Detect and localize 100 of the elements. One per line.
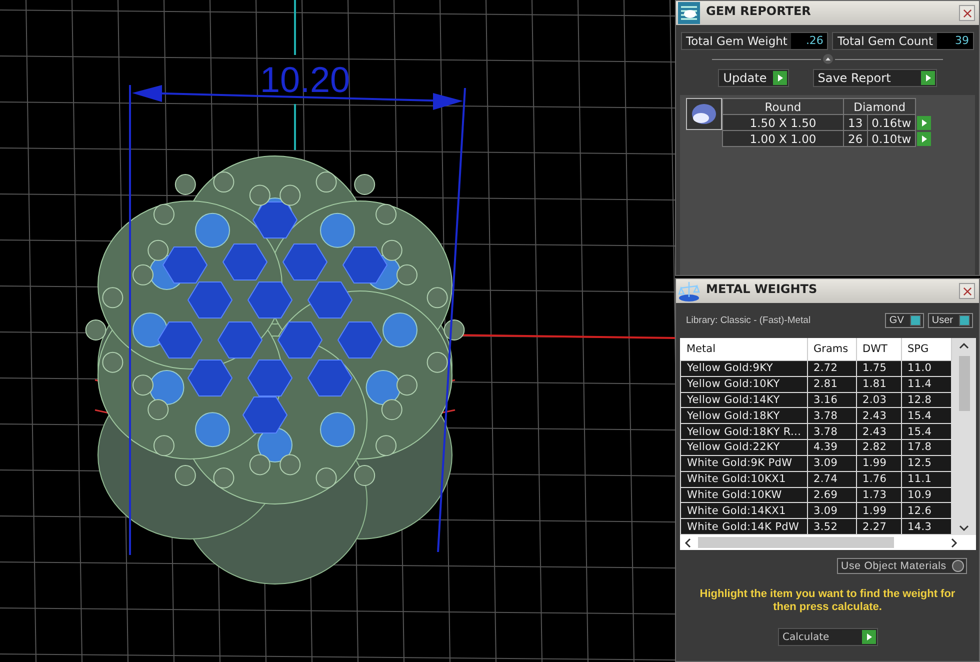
table-cell: 1.50 X 1.50 <box>722 114 844 130</box>
table-cell: White Gold:9K PdW <box>680 455 807 472</box>
play-icon <box>920 71 935 85</box>
axis-line <box>294 104 296 150</box>
table-row[interactable]: Yellow Gold:14KY 3.16 2.03 12.8 <box>680 392 952 408</box>
column-header: Round <box>722 98 844 114</box>
panel-title: METAL WEIGHTS <box>706 281 818 296</box>
scroll-thumb[interactable] <box>958 356 970 411</box>
table-cell: 11.0 <box>901 360 952 376</box>
close-button[interactable] <box>959 283 975 299</box>
library-label: Library: Classic - (Fast)-Metal <box>686 315 811 326</box>
collapse-icon[interactable] <box>822 54 832 64</box>
column-header: Metal <box>680 338 807 360</box>
table-cell: 2.81 <box>807 376 856 392</box>
table-cell: 12.5 <box>901 455 952 472</box>
table-cell: 2.69 <box>807 487 856 503</box>
table-cell: 2.43 <box>856 408 901 424</box>
close-icon <box>962 8 972 18</box>
table-cell: 12.6 <box>901 502 952 519</box>
table-row[interactable]: Yellow Gold:10KY 2.81 1.81 11.4 <box>680 376 952 392</box>
field-label: Total Gem Count <box>833 33 937 49</box>
table-row[interactable]: Yellow Gold:22KY 4.39 2.82 17.8 <box>680 440 952 456</box>
table-cell: White Gold:10KX1 <box>680 471 807 487</box>
table-cell: Yellow Gold:18KY R... <box>680 424 807 440</box>
panel-titlebar[interactable]: METAL WEIGHTS <box>676 279 979 303</box>
toggle-button[interactable]: GV <box>885 313 924 328</box>
table-cell: Yellow Gold:14KY <box>680 392 807 408</box>
use-object-materials-toggle[interactable]: Use Object Materials <box>837 558 967 574</box>
scroll-up-icon[interactable] <box>959 342 969 350</box>
panel-titlebar[interactable]: GEM REPORTER <box>676 1 979 25</box>
scroll-left-icon[interactable] <box>684 538 692 548</box>
play-icon[interactable] <box>917 116 932 130</box>
table-cell: 3.09 <box>807 502 856 519</box>
table-row[interactable]: Yellow Gold:9KY 2.72 1.75 11.0 <box>680 360 952 376</box>
table-cell: White Gold:14K PdW <box>680 518 807 534</box>
table-cell: Yellow Gold:22KY <box>680 440 807 456</box>
table-cell: 1.00 X 1.00 <box>722 130 844 146</box>
table-cell: 2.74 <box>807 471 856 487</box>
table-cell: 3.78 <box>807 424 856 440</box>
table-cell: 3.16 <box>807 392 856 408</box>
play-icon[interactable] <box>917 132 932 146</box>
table-cell: 15.4 <box>901 424 952 440</box>
column-header: Grams <box>807 338 856 360</box>
table-cell: 1.76 <box>856 471 901 487</box>
toggle-button[interactable]: User <box>928 313 973 328</box>
table-cell: White Gold:14KX1 <box>680 502 807 519</box>
scale-icon <box>678 280 700 302</box>
close-icon <box>962 286 972 296</box>
scroll-thumb[interactable] <box>698 537 894 548</box>
gem-report-icon <box>678 2 700 24</box>
table-row[interactable]: White Gold:10KW 2.69 1.73 10.9 <box>680 487 952 503</box>
table-cell: 1.73 <box>856 487 901 503</box>
table-row[interactable]: Yellow Gold:18KY 3.78 2.43 15.4 <box>680 408 952 424</box>
table-cell: 17.8 <box>901 440 952 456</box>
column-header: Diamond <box>844 98 916 114</box>
table-cell: 1.99 <box>856 455 901 472</box>
table-cell: 1.81 <box>856 376 901 392</box>
table-cell: 2.82 <box>856 440 901 456</box>
table-cell: 3.09 <box>807 455 856 472</box>
table-cell: Yellow Gold:18KY <box>680 408 807 424</box>
table-cell: 15.4 <box>901 408 952 424</box>
table-cell: 10.9 <box>901 487 952 503</box>
table-cell: 2.43 <box>856 424 901 440</box>
field-value: 39 <box>936 33 973 49</box>
table-cell: Yellow Gold:9KY <box>680 360 807 376</box>
play-icon <box>862 630 876 644</box>
table-cell: 14.3 <box>901 518 952 534</box>
table-cell: 3.78 <box>807 408 856 424</box>
table-row[interactable]: White Gold:9K PdW 3.09 1.99 12.5 <box>680 455 952 472</box>
table-cell: 2.03 <box>856 392 901 408</box>
field-value: .26 <box>791 33 828 49</box>
table-row[interactable]: Yellow Gold:18KY R... 3.78 2.43 15.4 <box>680 424 952 440</box>
table-row[interactable]: White Gold:10KX1 2.74 1.76 11.1 <box>680 471 952 487</box>
table-cell: 26 <box>844 130 868 146</box>
table-cell: 13 <box>844 114 868 130</box>
ring-drawing[interactable] <box>85 156 465 584</box>
table-row[interactable]: White Gold:14KX1 3.09 1.99 12.6 <box>680 502 952 519</box>
table-cell: 2.72 <box>807 360 856 376</box>
panel-title: GEM REPORTER <box>706 3 812 18</box>
table-cell: 0.16tw <box>867 114 916 130</box>
close-button[interactable] <box>959 5 975 21</box>
table-cell: 2.27 <box>856 518 901 534</box>
table-cell: 11.4 <box>901 376 952 392</box>
table-cell: Yellow Gold:10KY <box>680 376 807 392</box>
action-button[interactable]: Save Report <box>812 69 937 87</box>
dimension-label: 10.20 <box>260 59 350 100</box>
table-cell: 12.8 <box>901 392 952 408</box>
action-button[interactable]: Update <box>718 69 789 87</box>
column-header: SPG <box>901 338 952 360</box>
gem-icon <box>686 98 722 130</box>
table-cell: 0.10tw <box>867 130 916 146</box>
vertical-scrollbar[interactable] <box>952 338 976 535</box>
scroll-right-icon[interactable] <box>950 538 958 548</box>
instruction-text: Highlight the item you want to find the weight for then press calculate. <box>698 588 956 614</box>
table-cell: 1.75 <box>856 360 901 376</box>
table-row[interactable]: White Gold:14K PdW 3.52 2.27 14.3 <box>680 518 952 534</box>
play-icon <box>772 71 787 85</box>
column-header: DWT <box>856 338 901 360</box>
calculate-button[interactable]: Calculate <box>778 628 878 646</box>
scroll-down-icon[interactable] <box>959 524 969 532</box>
